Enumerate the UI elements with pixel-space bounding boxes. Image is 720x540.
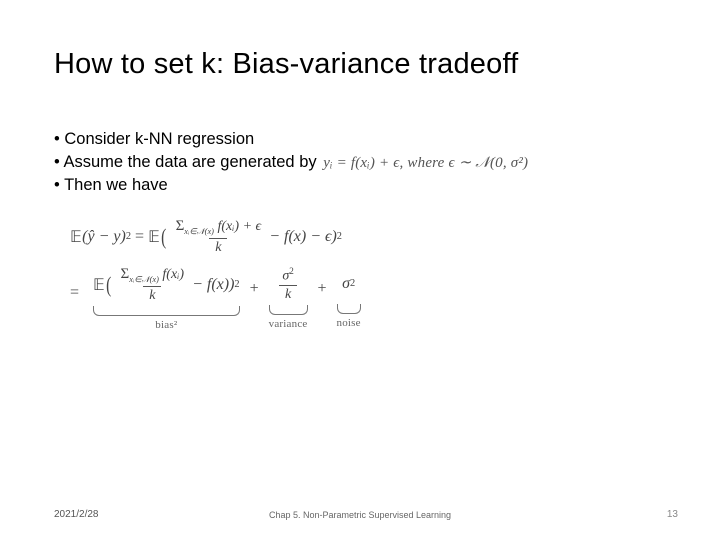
expectation-symbol: 𝔼: [70, 227, 82, 247]
underbrace-icon: [93, 306, 240, 316]
fraction-denominator: k: [143, 286, 161, 304]
plus-icon: +: [318, 280, 327, 298]
slide: How to set k: Bias-variance tradeoff Con…: [0, 0, 720, 540]
sum-subscript: xᵢ∈𝒩(x): [184, 227, 214, 236]
inline-equation: yᵢ = f(xᵢ) + ϵ, where ϵ ∼ 𝒩(0, σ²): [323, 155, 528, 171]
term-label: bias²: [155, 319, 177, 331]
fraction-numerator: Σxᵢ∈𝒩(x) f(xᵢ) + ϵ: [172, 218, 266, 238]
eq-text: f(xᵢ): [217, 219, 239, 234]
fraction-denominator: k: [209, 238, 227, 256]
slide-title: How to set k: Bias-variance tradeoff: [54, 48, 518, 81]
eq-text: + ϵ: [239, 219, 261, 234]
expectation-symbol: 𝔼: [93, 275, 105, 295]
eq-text: − f(x)): [192, 276, 234, 294]
bullet-text: Assume the data are generated by: [63, 153, 316, 171]
expectation-symbol: 𝔼: [148, 227, 160, 247]
fraction-denominator: k: [279, 285, 297, 303]
footer-chapter: Chap 5. Non-Parametric Supervised Learni…: [0, 510, 720, 520]
bullet-item: Then we have: [54, 174, 528, 197]
paren-open: (: [161, 224, 166, 250]
sigma-icon: Σ: [121, 266, 130, 282]
variance-term: σ2 k variance: [269, 266, 308, 331]
underbrace-icon: [269, 305, 308, 315]
eq-text: f(xᵢ): [162, 267, 184, 282]
fraction: Σxᵢ∈𝒩(x) f(xᵢ) k: [117, 266, 189, 304]
eq-sup: 2: [289, 266, 294, 276]
paren-open: (: [106, 272, 111, 298]
bullet-text: Then we have: [64, 176, 168, 194]
eq-equals: =: [131, 228, 148, 246]
fraction: σ2 k: [278, 266, 297, 304]
underbrace-icon: [337, 304, 361, 314]
eq-sup: 2: [337, 231, 342, 242]
sigma-icon: Σ: [176, 218, 185, 234]
term-label: variance: [269, 318, 308, 330]
bias-term: 𝔼 ( Σxᵢ∈𝒩(x) f(xᵢ) k − f(x)) 2 bias²: [93, 266, 240, 331]
equation-block: 𝔼 (ŷ − y) 2 = 𝔼 ( Σxᵢ∈𝒩(x) f(xᵢ) + ϵ k −…: [70, 218, 365, 331]
eq-equals: =: [70, 284, 83, 302]
plus-icon: +: [250, 280, 259, 298]
slide-footer: 2021/2/28 Chap 5. Non-Parametric Supervi…: [0, 509, 720, 520]
bullet-text: Consider k-NN regression: [64, 130, 254, 148]
bullet-list: Consider k-NN regression Assume the data…: [54, 128, 528, 197]
noise-term: σ2 noise: [337, 266, 361, 329]
eq-sup: 2: [350, 278, 355, 289]
equation-line-1: 𝔼 (ŷ − y) 2 = 𝔼 ( Σxᵢ∈𝒩(x) f(xᵢ) + ϵ k −…: [70, 218, 365, 256]
sum-subscript: xᵢ∈𝒩(x): [129, 275, 159, 284]
fraction: Σxᵢ∈𝒩(x) f(xᵢ) + ϵ k: [172, 218, 266, 256]
term-label: noise: [337, 317, 361, 329]
eq-sup: 2: [234, 279, 239, 290]
eq-text: − f(x) − ϵ): [269, 228, 337, 246]
bullet-item: Consider k-NN regression: [54, 128, 528, 151]
eq-text: (ŷ − y): [82, 228, 126, 246]
equation-line-2: = 𝔼 ( Σxᵢ∈𝒩(x) f(xᵢ) k − f(x)) 2: [70, 266, 365, 331]
eq-text: σ: [342, 275, 350, 293]
fraction-numerator: σ2: [278, 266, 297, 286]
bullet-item: Assume the data are generated by yᵢ = f(…: [54, 151, 528, 174]
fraction-numerator: Σxᵢ∈𝒩(x) f(xᵢ): [117, 266, 189, 286]
